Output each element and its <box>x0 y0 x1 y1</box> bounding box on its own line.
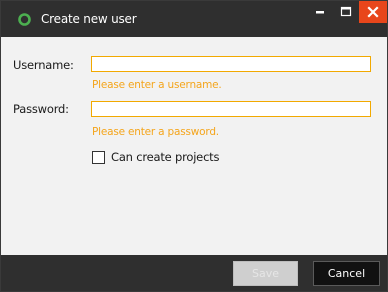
maximize-button[interactable] <box>333 1 359 23</box>
save-button[interactable]: Save <box>233 261 298 286</box>
username-error-message: Please enter a username. <box>92 79 222 91</box>
maximize-icon <box>340 6 352 17</box>
window-title: Create new user <box>41 12 137 26</box>
title-bar[interactable]: Create new user <box>1 1 387 37</box>
password-field[interactable] <box>91 101 371 117</box>
can-create-projects-label[interactable]: Can create projects <box>111 150 219 164</box>
dialog-footer: Save Cancel <box>1 255 387 291</box>
close-icon <box>367 6 379 18</box>
username-label: Username: <box>13 58 74 72</box>
can-create-projects-checkbox[interactable] <box>92 151 105 164</box>
close-button[interactable] <box>359 1 387 23</box>
cancel-button[interactable]: Cancel <box>313 261 380 286</box>
minimize-button[interactable] <box>307 1 333 23</box>
password-error-message: Please enter a password. <box>92 126 219 138</box>
create-user-dialog: Create new user Username: Please enter a… <box>0 0 388 292</box>
password-label: Password: <box>13 102 69 116</box>
username-field[interactable] <box>91 56 371 72</box>
minimize-icon <box>316 11 324 14</box>
dialog-content: Username: Please enter a username. Passw… <box>1 37 387 255</box>
app-ring-icon <box>18 13 31 26</box>
